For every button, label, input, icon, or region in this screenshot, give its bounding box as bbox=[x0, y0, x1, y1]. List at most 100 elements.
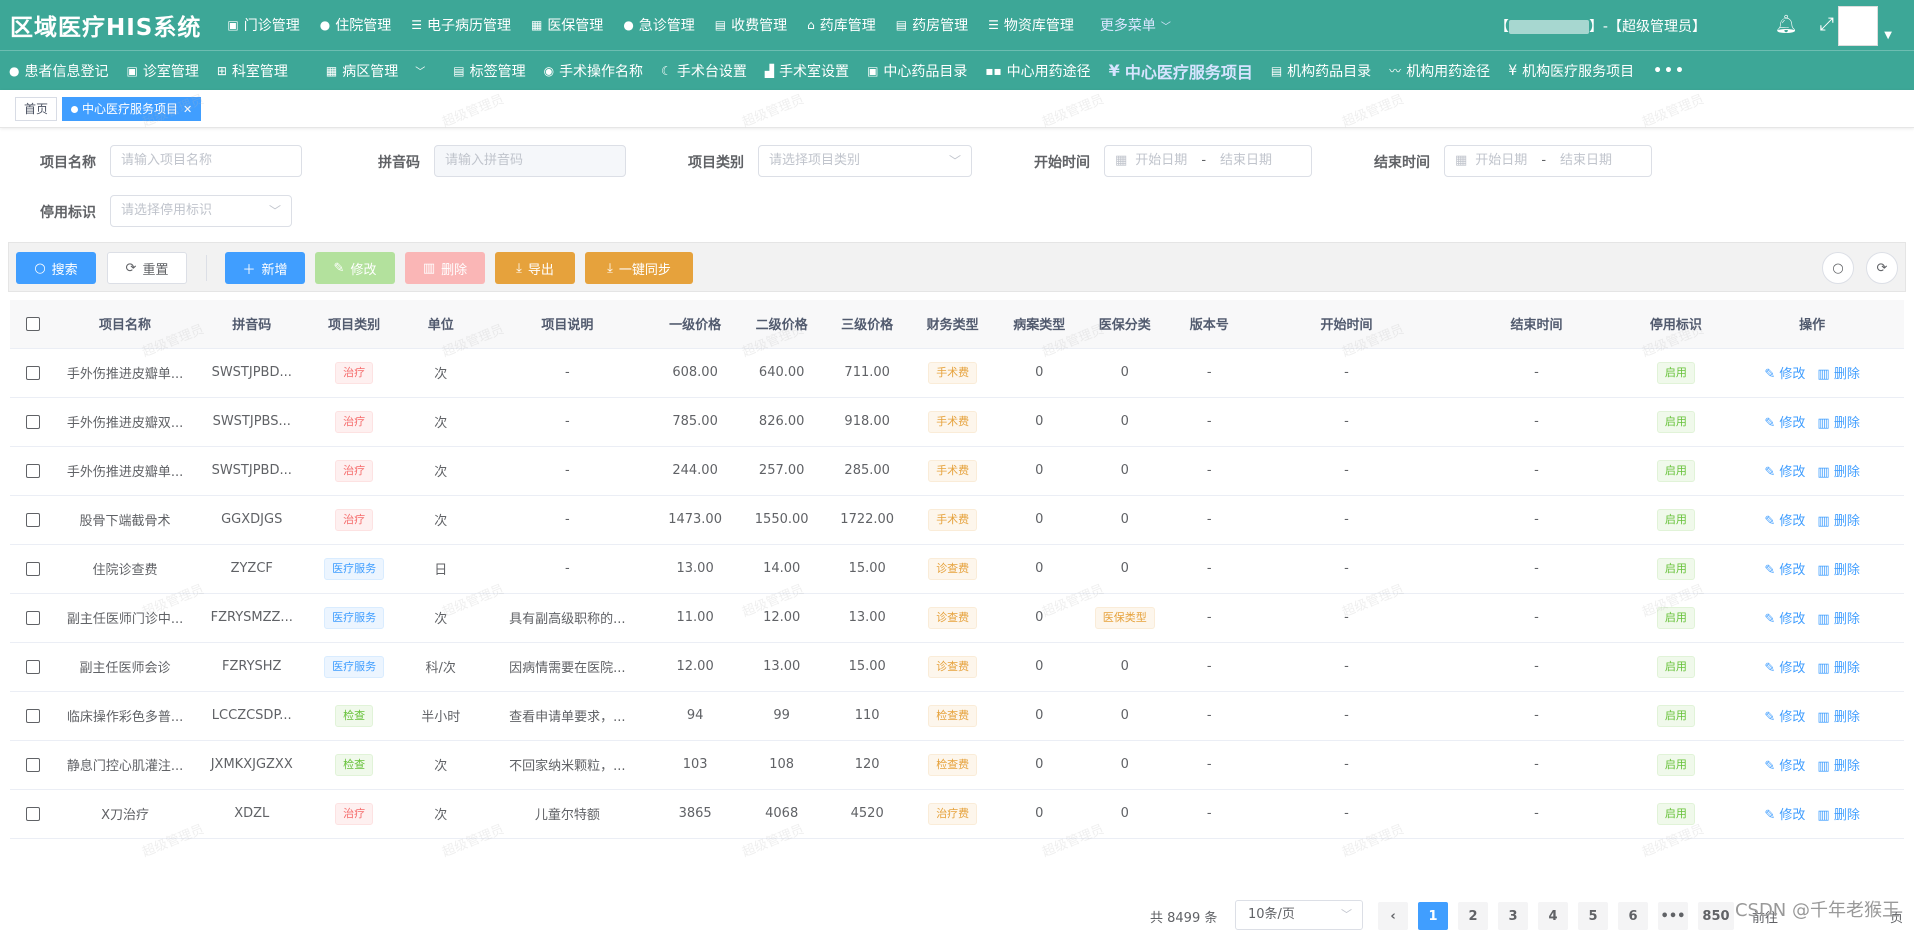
row-edit-button[interactable]: ✎ 修改 bbox=[1764, 416, 1805, 431]
row-edit-button[interactable]: ✎ 修改 bbox=[1764, 759, 1805, 774]
subnav-item-center-drugs[interactable]: ▣ 中心药品目录 bbox=[858, 61, 976, 81]
row-edit-button[interactable]: ✎ 修改 bbox=[1764, 661, 1805, 676]
topnav-item-inpatient[interactable]: ● 住院管理 bbox=[310, 15, 401, 35]
start-date-range[interactable]: ▦ 开始日期 - 结束日期 bbox=[1104, 145, 1312, 177]
caret-down-icon[interactable]: ▼ bbox=[1884, 30, 1892, 41]
close-icon[interactable]: ✕ bbox=[183, 103, 192, 116]
row-delete-button[interactable]: ▥ 删除 bbox=[1817, 808, 1859, 823]
toggle-search-button[interactable]: ○ bbox=[1822, 252, 1854, 284]
page-button[interactable]: 6 bbox=[1618, 902, 1648, 930]
row-checkbox[interactable] bbox=[10, 593, 57, 643]
topnav-item-emr[interactable]: ☰ 电子病历管理 bbox=[401, 15, 521, 35]
name-input[interactable]: 请输入项目名称 bbox=[110, 145, 302, 177]
topnav-item-pharmacy-store[interactable]: ⌂ 药库管理 bbox=[797, 15, 886, 35]
page-button[interactable]: 3 bbox=[1498, 902, 1528, 930]
edit-button[interactable]: ✎ 修改 bbox=[315, 252, 395, 284]
topnav-item-insurance[interactable]: ▦ 医保管理 bbox=[521, 15, 613, 35]
row-edit-button[interactable]: ✎ 修改 bbox=[1764, 367, 1805, 382]
table-row[interactable]: 股骨下端截骨术 GGXDJGS 治疗次 -1473.00 1550.00 1722.00 手… bbox=[10, 495, 1904, 545]
select-all-checkbox[interactable] bbox=[10, 300, 57, 349]
subnav-item-ward[interactable]: ▦ 病区管理 ﹀ bbox=[317, 61, 434, 81]
search-button[interactable]: ○ 搜索 bbox=[16, 252, 96, 284]
topnav-item-materials[interactable]: ☰ 物资库管理 bbox=[978, 15, 1084, 35]
subnav-item-org-route[interactable]: 〰机构用药途径 bbox=[1380, 61, 1499, 81]
page-button[interactable]: 5 bbox=[1578, 902, 1608, 930]
row-edit-button[interactable]: ✎ 修改 bbox=[1764, 612, 1805, 627]
row-edit-button[interactable]: ✎ 修改 bbox=[1764, 563, 1805, 578]
row-delete-button[interactable]: ▥ 删除 bbox=[1817, 465, 1859, 480]
start-time: - bbox=[1251, 740, 1442, 790]
row-checkbox[interactable] bbox=[10, 740, 57, 790]
sync-button[interactable]: ⤓ 一键同步 bbox=[585, 252, 693, 284]
row-edit-button[interactable]: ✎ 修改 bbox=[1764, 710, 1805, 725]
subnav-item-tag[interactable]: ▤ 标签管理 bbox=[444, 61, 534, 81]
subnav-item-clinic-room[interactable]: ▣ 诊室管理 bbox=[117, 61, 207, 81]
row-delete-button[interactable]: ▥ 删除 bbox=[1817, 661, 1859, 676]
last-page-button[interactable]: 850 bbox=[1698, 902, 1734, 930]
page-button[interactable]: 1 bbox=[1418, 902, 1448, 930]
row-checkbox[interactable] bbox=[10, 397, 57, 447]
row-checkbox[interactable] bbox=[10, 642, 57, 692]
table-row[interactable]: 手外伤推进皮瓣双... SWSTJPBS... 治疗次 -785.00 826.00 91… bbox=[10, 397, 1904, 447]
table-row[interactable]: 临床操作彩色多普... LCCZCSDP... 检查 半小时 查看申请单要求，... 94… bbox=[10, 691, 1904, 741]
more-dots-icon[interactable]: ••• bbox=[1653, 63, 1686, 79]
fullscreen-icon[interactable]: ⤢ bbox=[1820, 14, 1834, 35]
row-delete-button[interactable]: ▥ 删除 bbox=[1817, 367, 1859, 382]
row-delete-button[interactable]: ▥ 删除 bbox=[1817, 710, 1859, 725]
row-checkbox[interactable] bbox=[10, 544, 57, 594]
row-edit-button[interactable]: ✎ 修改 bbox=[1764, 808, 1805, 823]
subnav-item-org-drugs[interactable]: ▤ 机构药品目录 bbox=[1262, 61, 1380, 81]
more-pages-icon[interactable]: ••• bbox=[1658, 902, 1688, 930]
row-checkbox[interactable] bbox=[10, 789, 57, 839]
subnav-item-surgery-room[interactable]: ▟ 手术室设置 bbox=[756, 61, 858, 81]
prev-page-button[interactable]: ‹ bbox=[1378, 902, 1408, 930]
subnav-item-center-service[interactable]: ¥ 中心医疗服务项目 bbox=[1100, 59, 1262, 83]
tag-current[interactable]: 中心医疗服务项目 ✕ bbox=[62, 97, 202, 121]
refresh-button[interactable]: ⟳ bbox=[1866, 252, 1898, 284]
export-button[interactable]: ⤓ 导出 bbox=[495, 252, 575, 284]
row-delete-button[interactable]: ▥ 删除 bbox=[1817, 759, 1859, 774]
row-delete-button[interactable]: ▥ 删除 bbox=[1817, 514, 1859, 529]
topnav-item-outpatient[interactable]: ▣ 门诊管理 bbox=[217, 15, 309, 35]
pinyin-input[interactable]: 请输入拼音码 bbox=[434, 145, 626, 177]
stop-select[interactable]: 请选择停用标识 ﹀ bbox=[110, 195, 292, 227]
table-row[interactable]: 手外伤推进皮瓣单... SWSTJPBD... 治疗次 -608.00 640.00 71… bbox=[10, 348, 1904, 398]
subnav-item-surgery-name[interactable]: ◉ 手术操作名称 bbox=[535, 61, 652, 81]
row-edit-button[interactable]: ✎ 修改 bbox=[1764, 465, 1805, 480]
row-delete-button[interactable]: ▥ 删除 bbox=[1817, 416, 1859, 431]
category-select[interactable]: 请选择项目类别 ﹀ bbox=[758, 145, 972, 177]
tag-home[interactable]: 首页 bbox=[15, 97, 58, 121]
topnav-item-emergency[interactable]: ● 急诊管理 bbox=[613, 15, 704, 35]
row-edit-button[interactable]: ✎ 修改 bbox=[1764, 514, 1805, 529]
end-date-range[interactable]: ▦ 开始日期 - 结束日期 bbox=[1444, 145, 1652, 177]
row-checkbox[interactable] bbox=[10, 348, 57, 398]
subnav-item-center-route[interactable]: ▪▪ 中心用药途径 bbox=[976, 61, 1099, 81]
row-checkbox[interactable] bbox=[10, 691, 57, 741]
page-size-select[interactable]: 10条/页 ﹀ bbox=[1235, 900, 1363, 930]
subnav-item-patient-register[interactable]: ● 患者信息登记 bbox=[0, 61, 117, 81]
row-checkbox[interactable] bbox=[10, 495, 57, 545]
topnav-item-pharmacy[interactable]: ▤ 药房管理 bbox=[886, 15, 978, 35]
table-row[interactable]: 副主任医师会诊 FZRYSHZ 医疗服务 科/次 因病情需要在医院... 12.00 13.… bbox=[10, 642, 1904, 692]
table-row[interactable]: X刀治疗 XDZL 治疗次儿童尔特额 3865 4068 4520 治疗费 0 0- - - 启用 ✎ … bbox=[10, 789, 1904, 839]
table-row[interactable]: 手外伤推进皮瓣单... SWSTJPBD... 治疗次 -244.00 257.00 28… bbox=[10, 446, 1904, 496]
topnav-item-billing[interactable]: ▤ 收费管理 bbox=[705, 15, 797, 35]
page-button[interactable]: 4 bbox=[1538, 902, 1568, 930]
subnav-item-department[interactable]: ⊞ 科室管理 bbox=[208, 61, 297, 81]
table-row[interactable]: 住院诊查费 ZYZCF 医疗服务日 -13.00 14.00 15.00 诊查费 0 0- - - 启… bbox=[10, 544, 1904, 594]
bell-icon[interactable]: 🔔︎ bbox=[1775, 14, 1798, 35]
avatar[interactable] bbox=[1838, 6, 1878, 46]
user-info[interactable]: 【】-【超级管理员】 bbox=[1495, 16, 1706, 36]
reset-button[interactable]: ⟳ 重置 bbox=[107, 252, 187, 284]
table-row[interactable]: 静息门控心肌灌注... JXMKXJGZXX 检查 次不回家纳米颗粒，... 103 10… bbox=[10, 740, 1904, 790]
row-checkbox[interactable] bbox=[10, 446, 57, 496]
row-delete-button[interactable]: ▥ 删除 bbox=[1817, 563, 1859, 578]
subnav-item-surgery-table[interactable]: ☾ 手术台设置 bbox=[652, 61, 756, 81]
table-row[interactable]: 副主任医师门诊中... FZRYSMZZ... 医疗服务次具有副高级职称的... 11… bbox=[10, 593, 1904, 643]
more-menu[interactable]: 更多菜单 ﹀ bbox=[1090, 15, 1181, 35]
add-button[interactable]: ＋新增 bbox=[225, 252, 305, 284]
delete-button[interactable]: ▥ 删除 bbox=[405, 252, 485, 284]
row-delete-button[interactable]: ▥ 删除 bbox=[1817, 612, 1859, 627]
subnav-item-org-service[interactable]: ¥ 机构医疗服务项目 bbox=[1499, 61, 1643, 81]
page-button[interactable]: 2 bbox=[1458, 902, 1488, 930]
